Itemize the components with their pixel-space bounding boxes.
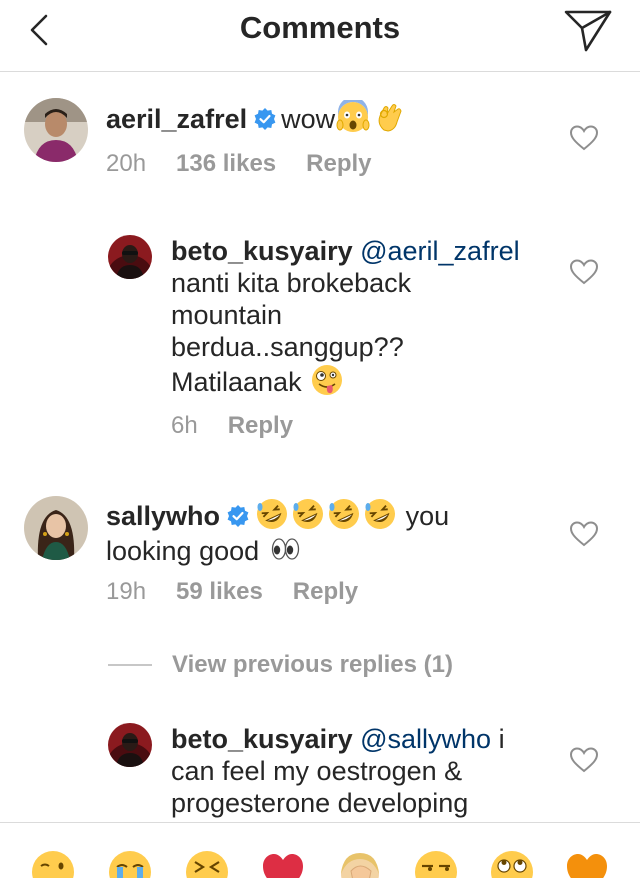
comment-body: i <box>498 724 505 754</box>
divider-line <box>108 664 152 666</box>
avatar[interactable] <box>108 723 152 767</box>
comment-line: can feel my oestrogen & <box>171 756 463 786</box>
like-heart-icon[interactable] <box>569 258 599 286</box>
unamused-face-emoji[interactable] <box>413 849 459 878</box>
comment-meta: 20h 136 likes Reply <box>106 150 402 178</box>
comment-line: Matilaanak <box>171 367 302 397</box>
comment-meta: 6h Reply <box>171 412 323 440</box>
comment-time: 6h <box>171 412 198 439</box>
red-heart-emoji[interactable] <box>260 849 306 878</box>
facepalm-emoji[interactable] <box>337 849 383 878</box>
squinting-face-emoji[interactable] <box>184 849 230 878</box>
verified-badge-icon <box>254 108 276 130</box>
reply-button[interactable]: Reply <box>228 412 293 440</box>
comment-text: beto_kusyairy @aeril_zafrel nanti kita b… <box>171 235 551 398</box>
comment-username[interactable]: aeril_zafrel <box>106 104 247 134</box>
comment-text: beto_kusyairy @sallywho i can feel my oe… <box>171 723 551 819</box>
eyes-emoji <box>271 538 299 560</box>
like-heart-icon[interactable] <box>569 520 599 548</box>
verified-badge-icon <box>227 505 249 527</box>
comment-line: nanti kita brokeback <box>171 268 412 298</box>
emoji-quick-bar <box>0 822 640 878</box>
comment-username[interactable]: sallywho <box>106 501 220 531</box>
reply-button[interactable]: Reply <box>293 578 358 606</box>
comment-text: sallywho you looking good <box>106 497 566 567</box>
comment-meta: 19h 59 likes Reply <box>106 578 388 606</box>
avatar[interactable] <box>24 496 88 560</box>
comment-body: you <box>405 501 450 531</box>
avatar[interactable] <box>24 98 88 162</box>
mention-link[interactable]: @sallywho <box>360 724 491 754</box>
header-bar: Comments <box>0 0 640 72</box>
avatar[interactable] <box>108 235 152 279</box>
comment-text: aeril_zafrel wow <box>106 100 566 135</box>
comment-time: 19h <box>106 578 147 605</box>
view-previous-replies[interactable]: View previous replies (1) <box>108 650 453 680</box>
loudly-crying-emoji[interactable] <box>107 849 153 878</box>
comment-line: berdua..sanggup?? <box>171 332 404 362</box>
comment-username[interactable]: beto_kusyairy <box>171 236 353 266</box>
comment-line: looking good <box>106 536 260 566</box>
orange-heart-emoji[interactable] <box>564 849 610 878</box>
winking-tongue-emoji[interactable] <box>30 849 76 878</box>
mention-link[interactable]: @aeril_zafrel <box>360 236 519 266</box>
zany-face-emoji <box>312 365 343 395</box>
rolling-laughing-emoji <box>365 499 396 529</box>
comment-time: 20h <box>106 150 147 177</box>
rolling-eyes-emoji[interactable] <box>489 849 535 878</box>
comment-username[interactable]: beto_kusyairy <box>171 724 353 754</box>
view-previous-replies-label[interactable]: View previous replies (1) <box>172 651 453 679</box>
ok-hand-emoji <box>378 104 402 132</box>
likes-count[interactable]: 136 likes <box>176 150 276 178</box>
face-screaming-emoji <box>336 100 370 132</box>
rolling-laughing-emoji <box>257 499 288 529</box>
comment-body: wow <box>281 104 336 134</box>
like-heart-icon[interactable] <box>569 746 599 774</box>
rolling-laughing-emoji <box>293 499 324 529</box>
likes-count[interactable]: 59 likes <box>176 578 263 606</box>
comment-line: progesterone developing <box>171 788 469 818</box>
send-icon[interactable] <box>562 6 614 54</box>
reply-button[interactable]: Reply <box>306 150 371 178</box>
like-heart-icon[interactable] <box>569 124 599 152</box>
rolling-laughing-emoji <box>329 499 360 529</box>
comment-line: mountain <box>171 300 283 330</box>
page-title: Comments <box>239 10 401 45</box>
